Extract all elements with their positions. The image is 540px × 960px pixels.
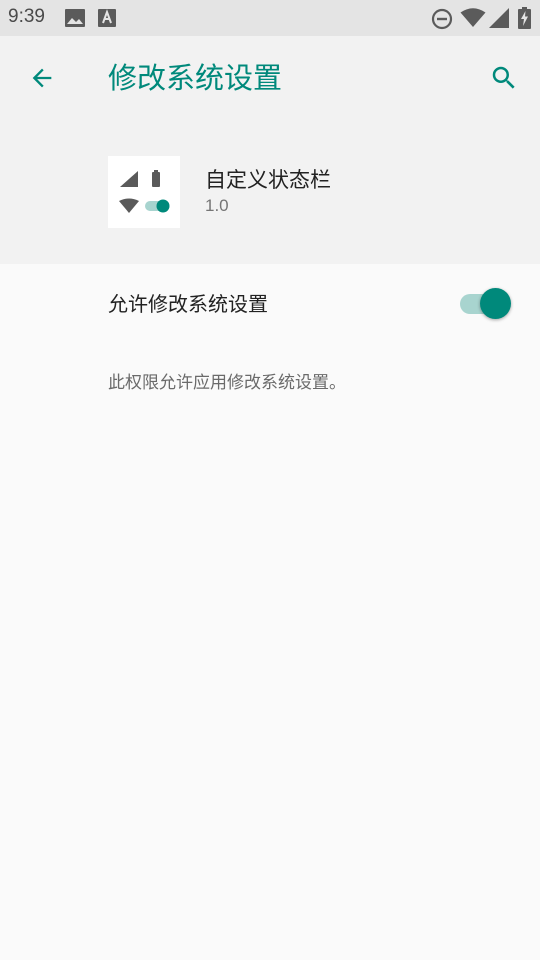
do-not-disturb-icon <box>431 8 453 30</box>
arrow-back-icon <box>32 68 52 88</box>
switch-thumb <box>480 288 511 319</box>
search-icon <box>492 66 515 89</box>
a-font-icon <box>98 9 116 27</box>
status-bar: 9:39 <box>0 0 540 36</box>
search-button[interactable] <box>484 58 524 98</box>
wifi-icon <box>460 8 486 27</box>
image-icon <box>65 9 85 27</box>
allow-modify-settings-switch[interactable] <box>460 286 512 322</box>
app-version: 1.0 <box>205 196 229 215</box>
permission-description: 此权限允许应用修改系统设置。 <box>108 373 346 393</box>
back-button[interactable] <box>22 58 62 98</box>
status-time: 9:39 <box>8 6 45 27</box>
page-title: 修改系统设置 <box>108 61 283 95</box>
battery-charging-icon <box>518 7 531 29</box>
app-name: 自定义状态栏 <box>205 168 331 192</box>
allow-modify-settings-label: 允许修改系统设置 <box>108 292 268 316</box>
status-bar-app-icon <box>108 156 180 228</box>
allow-modify-settings-row[interactable]: 允许修改系统设置 <box>0 264 540 344</box>
app-header: 修改系统设置 自定义状态栏 1.0 <box>0 36 540 264</box>
signal-icon <box>489 8 509 28</box>
